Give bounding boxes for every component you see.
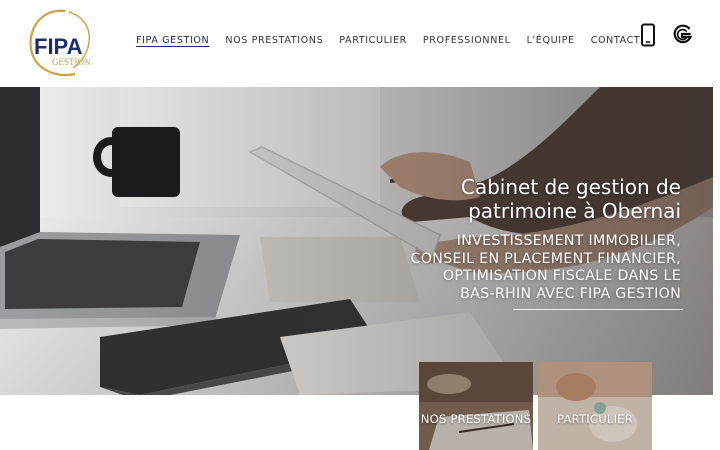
hero-title: Cabinet de gestion de patrimoine à Obern…	[381, 175, 681, 223]
logo-text: FIPA	[34, 34, 83, 59]
google-icon[interactable]	[671, 23, 693, 47]
nav-item-fipa-gestion[interactable]: FIPA GESTION	[136, 35, 209, 46]
hero-title-line-1: Cabinet de gestion de	[460, 175, 681, 199]
card-image-particulier	[538, 362, 652, 450]
hero-title-line-2: patrimoine à Obernai	[468, 199, 681, 223]
card-nos-prestations[interactable]: NOS PRESTATIONS	[419, 362, 533, 450]
nav-item-nos-prestations[interactable]: NOS PRESTATIONS	[225, 35, 323, 46]
fipa-logo[interactable]: FIPA GESTION	[25, 8, 95, 78]
nav-item-professionnel[interactable]: PROFESSIONNEL	[423, 35, 511, 46]
hero-subtitle-line-4: BAS-RHIN AVEC FIPA GESTION	[460, 285, 681, 302]
site-header: FIPA GESTION FIPA GESTION NOS PRESTATION…	[0, 0, 720, 87]
hero-subtitle-line-1: INVESTISSEMENT IMMOBILIER,	[456, 233, 681, 249]
hero-banner: Cabinet de gestion de patrimoine à Obern…	[0, 87, 713, 395]
card-particulier[interactable]: PARTICULIER	[538, 362, 652, 450]
card-label-particulier: PARTICULIER	[557, 412, 633, 426]
logo-mark: FIPA GESTION	[29, 9, 91, 77]
hero-divider	[513, 309, 683, 310]
card-label-nos-prestations: NOS PRESTATIONS	[420, 412, 532, 426]
mobile-phone-icon[interactable]	[640, 23, 662, 47]
nav-item-equipe[interactable]: L'ÉQUIPE	[527, 35, 575, 46]
hero-subtitle-line-2: CONSEIL EN PLACEMENT FINANCIER,	[410, 250, 681, 267]
nav-item-contact[interactable]: CONTACT	[591, 35, 641, 46]
nav-item-particulier[interactable]: PARTICULIER	[339, 35, 407, 46]
hero-subtitle-line-3: OPTIMISATION FISCALE DANS LE	[442, 268, 681, 285]
logo-subtext: GESTION	[52, 57, 91, 67]
card-image-prestations	[419, 362, 533, 450]
hero-subtitle: INVESTISSEMENT IMMOBILIER, CONSEIL EN PL…	[361, 233, 681, 303]
header-icons	[640, 23, 693, 47]
main-nav: FIPA GESTION NOS PRESTATIONS PARTICULIER…	[136, 35, 656, 46]
